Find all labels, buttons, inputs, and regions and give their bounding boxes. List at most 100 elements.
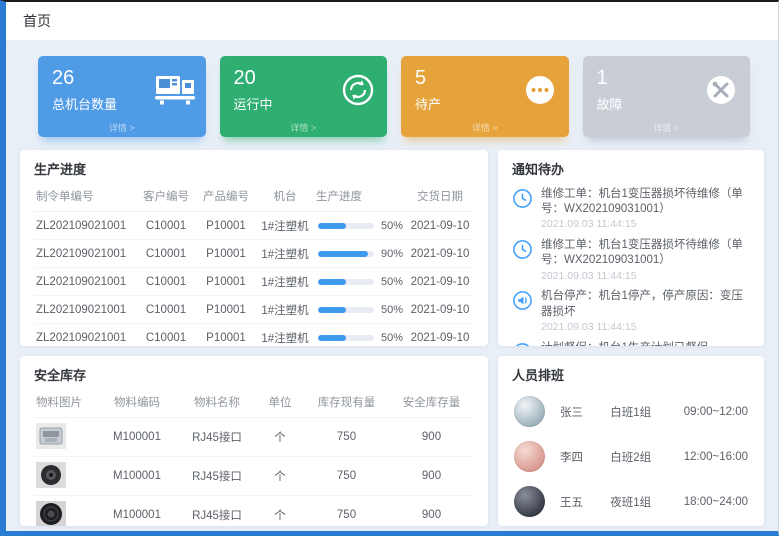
cell-current-stock: 750 (304, 496, 389, 527)
detail-link[interactable]: 详情 > (415, 121, 555, 134)
round-connector-photo (36, 462, 66, 491)
detail-link[interactable]: 详情 > (234, 121, 374, 134)
speaker-icon (512, 290, 533, 311)
cell-material-code: M100001 (96, 418, 178, 457)
cell-progress: 90% (314, 240, 406, 268)
notice-text-block: 维修工单：机台1变压器损坏待维修（单号：WX202109031001） 2021… (541, 187, 750, 232)
stat-card-fault: 1 故障 详情 > (583, 56, 751, 137)
top-bar: 首页 (6, 2, 778, 41)
progress-bar (318, 251, 368, 257)
cell-unit: 个 (256, 496, 304, 527)
notice-time: 2021.09.03 11:44:15 (541, 270, 750, 284)
dashboard-window: 首页 26 总机台数量 详情 > 20 运行中 详情 > 5 (0, 0, 779, 536)
col-progress: 生产进度 (314, 183, 406, 212)
panel-title: 生产进度 (20, 150, 488, 183)
notice-item[interactable]: 计划督促：机台1生产计划已督促 2021.09.03 11:44:15 (498, 337, 764, 346)
shift-label: 白班1组 (610, 404, 683, 420)
progress-track (318, 335, 374, 341)
cell-delivery-date: 2021-09-10 (406, 212, 474, 240)
cell-material-code: M100001 (96, 496, 178, 527)
person-name: 李四 (560, 449, 610, 465)
cell-machine: 1#注塑机 (256, 324, 314, 347)
cell-safety-stock: 900 (389, 457, 474, 496)
table-row: M100001 RJ45接口 个 750 900 (34, 457, 474, 496)
cell-material-photo (34, 418, 96, 457)
col-unit: 单位 (256, 389, 304, 418)
speaker-icon (512, 342, 533, 346)
cell-machine: 1#注塑机 (256, 240, 314, 268)
progress-track (318, 223, 374, 229)
rj45-connector-photo (36, 423, 66, 452)
ellipsis-icon (522, 72, 558, 113)
progress-label: 50% (381, 276, 403, 288)
stat-card-waiting: 5 待产 详情 > (401, 56, 569, 137)
progress-bar (318, 223, 346, 229)
cell-progress: 50% (314, 324, 406, 347)
notice-item[interactable]: 机台停产：机台1停产，停产原因：变压器损坏 2021.09.03 11:44:1… (498, 285, 764, 336)
cell-delivery-date: 2021-09-10 (406, 240, 474, 268)
machine-icon (155, 72, 195, 111)
col-order-no: 制令单编号 (34, 183, 136, 212)
col-product-no: 产品编号 (196, 183, 256, 212)
cell-safety-stock: 900 (389, 418, 474, 457)
avatar (514, 396, 545, 427)
detail-link[interactable]: 详情 > (52, 121, 192, 134)
production-table: 制令单编号 客户编号 产品编号 机台 生产进度 交货日期 ZL202109021… (34, 183, 474, 346)
table-row: ZL202109021001 C10001 P10001 1#注塑机 50% 2… (34, 268, 474, 296)
shift-time: 09:00~12:00 (684, 406, 748, 418)
notice-text: 机台停产：机台1停产，停产原因：变压器损坏 (541, 289, 750, 319)
cell-product-no: P10001 (196, 296, 256, 324)
notice-time: 2021.09.03 11:44:15 (541, 321, 750, 335)
shift-time: 12:00~16:00 (684, 451, 748, 463)
safety-stock-panel: 安全库存 物料图片 物料编码 物料名称 单位 库存现有量 安全库存量 (20, 356, 488, 526)
progress-label: 50% (381, 304, 403, 316)
cell-material-name: RJ45接口 (178, 496, 256, 527)
table-row: ZL202109021001 C10001 P10001 1#注塑机 50% 2… (34, 324, 474, 347)
col-delivery-date: 交货日期 (406, 183, 474, 212)
shift-label: 夜班1组 (610, 494, 683, 510)
cell-material-name: RJ45接口 (178, 457, 256, 496)
col-safety-stock: 安全库存量 (389, 389, 474, 418)
panel-title: 通知待办 (498, 150, 764, 183)
cell-unit: 个 (256, 418, 304, 457)
cell-material-photo (34, 457, 96, 496)
notice-item[interactable]: 维修工单：机台1变压器损坏待维修（单号：WX202109031001） 2021… (498, 183, 764, 234)
stat-card-total-machines: 26 总机台数量 详情 > (38, 56, 206, 137)
cell-current-stock: 750 (304, 418, 389, 457)
cell-delivery-date: 2021-09-10 (406, 268, 474, 296)
running-sync-icon (340, 72, 376, 113)
cell-machine: 1#注塑机 (256, 268, 314, 296)
stat-card-running: 20 运行中 详情 > (220, 56, 388, 137)
table-row: ZL202109021001 C10001 P10001 1#注塑机 50% 2… (34, 296, 474, 324)
avatar (514, 486, 545, 517)
notice-text-block: 机台停产：机台1停产，停产原因：变压器损坏 2021.09.03 11:44:1… (541, 289, 750, 334)
shift-label: 白班2组 (610, 449, 683, 465)
cell-safety-stock: 900 (389, 496, 474, 527)
table-row: ZL202109021001 C10001 P10001 1#注塑机 50% 2… (34, 212, 474, 240)
progress-track (318, 279, 374, 285)
cell-product-no: P10001 (196, 268, 256, 296)
cell-unit: 个 (256, 457, 304, 496)
progress-track (318, 251, 374, 257)
cell-material-code: M100001 (96, 457, 178, 496)
table-row: M100001 RJ45接口 个 750 900 (34, 418, 474, 457)
cell-progress: 50% (314, 212, 406, 240)
cell-customer-no: C10001 (136, 324, 196, 347)
cell-progress: 50% (314, 268, 406, 296)
history-clock-icon (512, 239, 533, 260)
schedule-row: 李四 白班2组 12:00~16:00 (498, 434, 764, 479)
shift-time: 18:00~24:00 (684, 496, 748, 508)
cell-customer-no: C10001 (136, 296, 196, 324)
cell-machine: 1#注塑机 (256, 212, 314, 240)
notice-text-block: 维修工单：机台1变压器损坏待维修（单号：WX202109031001） 2021… (541, 238, 750, 283)
table-header-row: 制令单编号 客户编号 产品编号 机台 生产进度 交货日期 (34, 183, 474, 212)
stock-table: 物料图片 物料编码 物料名称 单位 库存现有量 安全库存量 M (34, 389, 474, 526)
production-progress-panel: 生产进度 制令单编号 客户编号 产品编号 机台 生产进度 交货日期 (20, 150, 488, 346)
cell-product-no: P10001 (196, 324, 256, 347)
cell-order-no: ZL202109021001 (34, 212, 136, 240)
detail-link[interactable]: 详情 > (597, 121, 737, 134)
notice-item[interactable]: 维修工单：机台1变压器损坏待维修（单号：WX202109031001） 2021… (498, 234, 764, 285)
cell-delivery-date: 2021-09-10 (406, 296, 474, 324)
cell-order-no: ZL202109021001 (34, 268, 136, 296)
progress-bar (318, 307, 346, 313)
